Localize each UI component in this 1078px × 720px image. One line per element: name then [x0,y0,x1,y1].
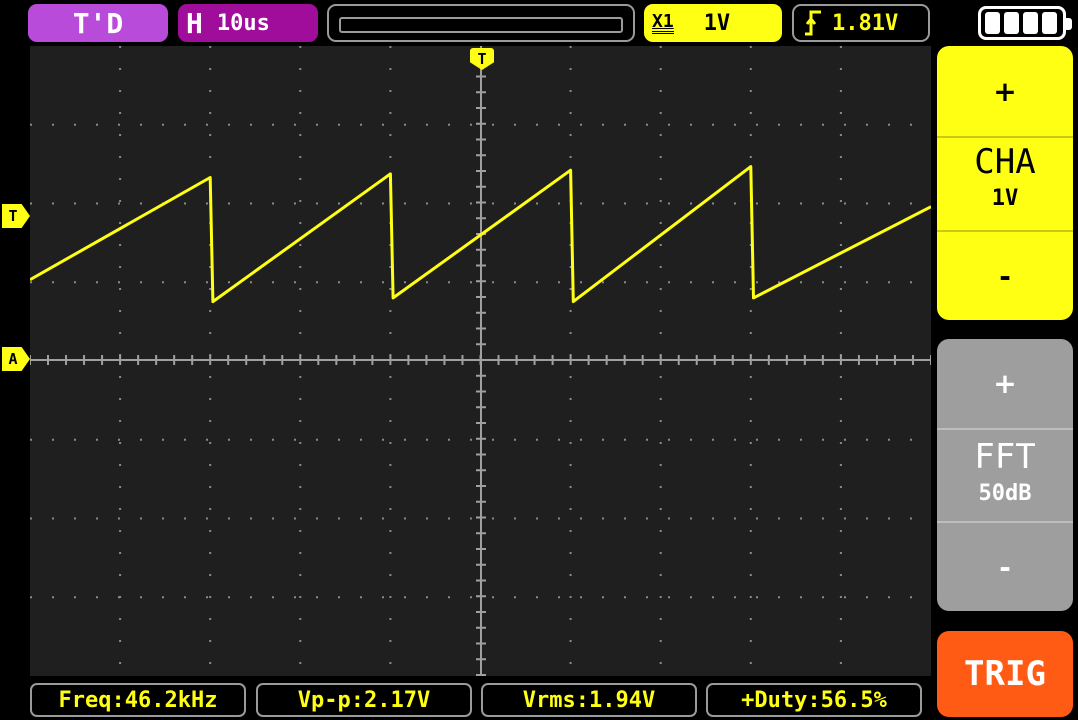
plus-label: + [993,74,1017,108]
fft-select[interactable]: FFT 50dB [937,437,1073,521]
fft-scale-down-button[interactable]: - [937,523,1073,611]
channel-a-select[interactable]: CHA 1V [937,142,1073,228]
frequency-value: Freq:46.2kHz [58,687,218,713]
fft-panel: + FFT 50dB - [937,339,1073,611]
trigger-badge[interactable]: 1.81V [792,4,930,42]
channel-ground-label: A [8,350,18,368]
trig-button[interactable]: TRIG [937,631,1073,717]
fft-scale-up-button[interactable]: + [937,339,1073,427]
volts-per-div: 1V [703,10,731,36]
minus-label: - [999,259,1011,293]
rising-edge-icon [805,10,821,36]
minus-label: - [999,550,1011,584]
channel-ground-marker[interactable]: A [2,347,30,371]
trig-label: TRIG [964,654,1046,694]
trigger-level-marker[interactable]: T [2,204,30,228]
waveform-plot [30,46,931,676]
mode-badge[interactable]: T'D [28,4,168,42]
memory-window [339,17,623,33]
channel-scale-up-button[interactable]: + [937,46,1073,136]
trigger-level-value: 1.81V [832,10,899,36]
battery-full-icon [978,6,1072,40]
frequency-readout: Freq:46.2kHz [30,683,246,717]
fft-name: FFT [974,437,1036,477]
waveform-display[interactable] [30,46,931,676]
mode-label: T'D [72,6,124,40]
channel-scale: 1V [991,186,1019,211]
vrms-value: Vrms:1.94V [522,687,656,713]
memory-position-bar[interactable] [327,4,635,42]
trigger-level-label: T [8,207,18,225]
channel-a-panel: + CHA 1V - [937,46,1073,320]
probe-coupling-symbol: X1 [652,10,674,34]
coupling-badge[interactable]: X1 1V [644,4,782,42]
timebase-prefix: H [186,6,203,40]
vpp-value: Vp-p:2.17V [297,687,431,713]
vrms-readout: Vrms:1.94V [481,683,697,717]
timebase-badge[interactable]: H 10us [178,4,318,42]
channel-scale-down-button[interactable]: - [937,232,1073,320]
channel-name: CHA [974,142,1036,182]
vpp-readout: Vp-p:2.17V [256,683,472,717]
duty-readout: +Duty:56.5% [706,683,922,717]
fft-scale: 50dB [978,481,1032,506]
duty-value: +Duty:56.5% [741,687,887,713]
plus-label: + [993,366,1017,400]
timebase-value: 10us [216,10,270,36]
trigger-position-label: T [477,50,487,68]
